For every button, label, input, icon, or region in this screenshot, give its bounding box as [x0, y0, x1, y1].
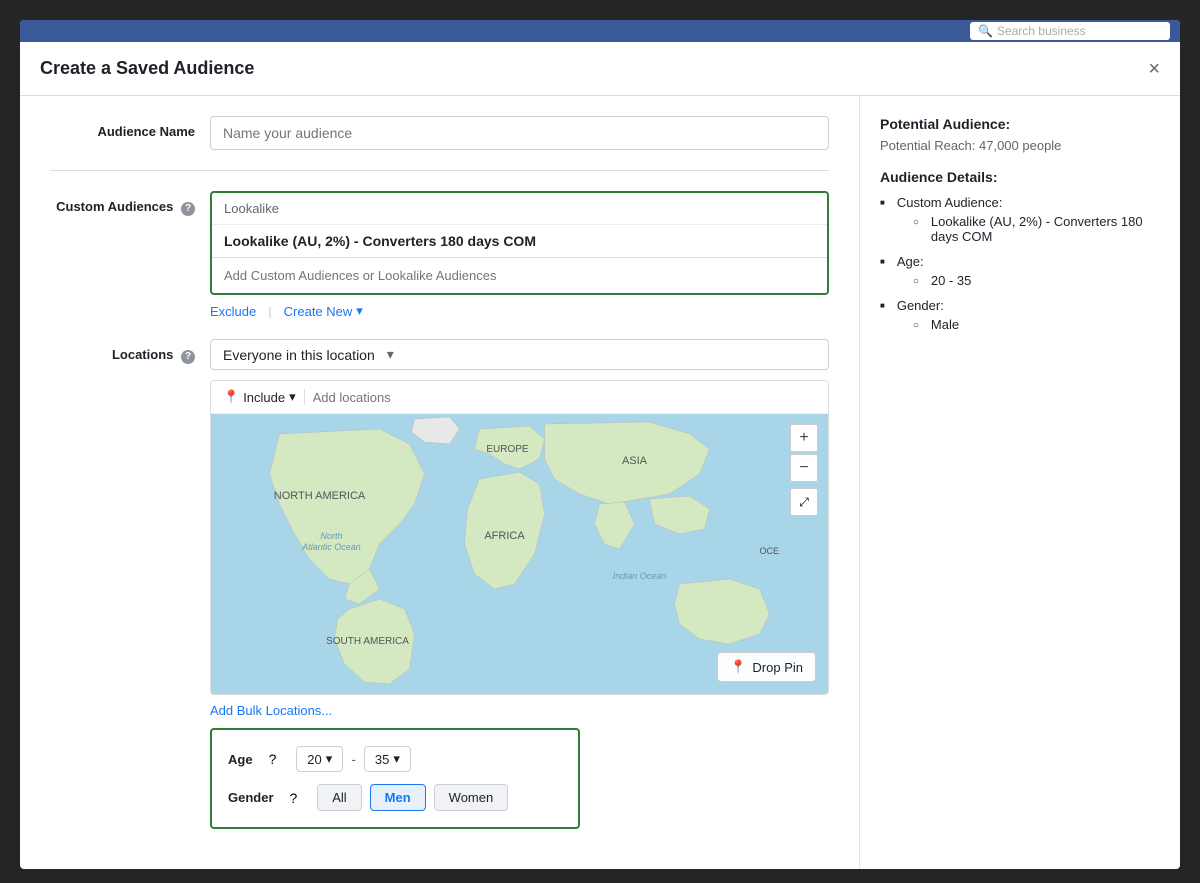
age-detail-value: 20 - 35	[931, 273, 971, 288]
zoom-in-button[interactable]: +	[790, 424, 818, 452]
custom-audience-sub-list: Lookalike (AU, 2%) - Converters 180 days…	[897, 214, 1160, 244]
lookalike-selected: Lookalike (AU, 2%) - Converters 180 days…	[212, 225, 827, 258]
audience-add-input[interactable]	[212, 258, 827, 293]
gender-help-icon: ?	[290, 790, 298, 806]
gender-detail-label: Gender:	[897, 298, 944, 313]
close-button[interactable]: ×	[1148, 59, 1160, 79]
age-max-value: 35	[375, 752, 389, 767]
map-toolbar: 📍 Include ▾	[211, 381, 828, 414]
age-max-chevron-icon: ▾	[393, 751, 400, 767]
gender-label: Gender	[228, 790, 274, 805]
detail-custom-audience: Custom Audience: Lookalike (AU, 2%) - Co…	[880, 195, 1160, 248]
include-button[interactable]: 📍 Include ▾	[223, 389, 296, 405]
form-section: Audience Name Custom Audiences ? Lookali…	[20, 96, 860, 869]
audience-name-row: Audience Name	[50, 116, 829, 150]
svg-text:AFRICA: AFRICA	[484, 530, 525, 542]
age-min-chevron-icon: ▾	[326, 751, 333, 767]
age-min-select[interactable]: 20 ▾	[296, 746, 343, 772]
audience-name-control	[210, 116, 829, 150]
age-detail-label: Age:	[897, 254, 924, 269]
svg-text:ASIA: ASIA	[622, 455, 648, 467]
svg-text:SOUTH AMERICA: SOUTH AMERICA	[326, 636, 409, 647]
map-toolbar-separator	[304, 389, 305, 405]
location-type-dropdown[interactable]: Everyone in this location ▾	[210, 339, 829, 370]
locations-help-icon: ?	[181, 350, 195, 364]
location-dropdown-chevron-icon: ▾	[387, 346, 394, 363]
form-divider	[50, 170, 829, 171]
audience-name-input[interactable]	[210, 116, 829, 150]
audience-actions: Exclude | Create New ▾	[210, 303, 829, 319]
search-placeholder: Search business	[997, 24, 1086, 38]
svg-text:OCE: OCE	[760, 546, 780, 556]
modal-header: Create a Saved Audience ×	[20, 42, 1180, 96]
age-label: Age	[228, 752, 253, 767]
gender-sub-list: Male	[897, 317, 959, 332]
top-bar: 🔍 Search business	[20, 20, 1180, 42]
include-chevron-icon: ▾	[289, 389, 296, 405]
potential-audience-title: Potential Audience:	[880, 116, 1160, 132]
audience-details-title: Audience Details:	[880, 169, 1160, 185]
modal-title: Create a Saved Audience	[40, 58, 254, 79]
create-new-chevron-icon: ▾	[356, 303, 363, 319]
gender-row: Gender ? All Men Women	[228, 784, 562, 811]
expand-map-button[interactable]: ⤢	[790, 488, 818, 516]
svg-text:North: North	[320, 531, 342, 541]
add-locations-input[interactable]	[313, 390, 816, 405]
drop-pin-icon: 📍	[730, 659, 746, 675]
include-label: Include	[243, 390, 285, 405]
locations-row: Locations ? Everyone in this location ▾	[50, 339, 829, 829]
map-container: 📍 Include ▾	[210, 380, 829, 695]
add-bulk-locations-link[interactable]: Add Bulk Locations...	[210, 703, 829, 718]
create-new-label: Create New	[284, 304, 353, 319]
gender-men-button[interactable]: Men	[370, 784, 426, 811]
age-min-value: 20	[307, 752, 321, 767]
locations-control: Everyone in this location ▾ 📍 Include ▾	[210, 339, 829, 829]
svg-text:Atlantic Ocean: Atlantic Ocean	[301, 542, 361, 552]
search-icon: 🔍	[978, 24, 993, 38]
action-separator: |	[268, 304, 271, 319]
age-help-icon: ?	[269, 751, 277, 767]
pin-icon: 📍	[223, 389, 239, 405]
age-gender-box: Age ? 20 ▾ - 35 ▾	[210, 728, 580, 829]
detail-age: Age: 20 - 35	[880, 254, 1160, 292]
age-row: Age ? 20 ▾ - 35 ▾	[228, 746, 562, 772]
custom-audience-sub-value: Lookalike (AU, 2%) - Converters 180 days…	[931, 214, 1160, 244]
age-sub-item: 20 - 35	[913, 273, 972, 288]
create-new-link[interactable]: Create New ▾	[284, 303, 363, 319]
modal-body: Audience Name Custom Audiences ? Lookali…	[20, 96, 1180, 869]
zoom-out-button[interactable]: −	[790, 454, 818, 482]
sidebar-section: Potential Audience: Potential Reach: 47,…	[860, 96, 1180, 869]
gender-all-button[interactable]: All	[317, 784, 361, 811]
custom-audience-detail-label: Custom Audience:	[897, 195, 1003, 210]
custom-audience-sub-item: Lookalike (AU, 2%) - Converters 180 days…	[913, 214, 1160, 244]
create-audience-modal: 🔍 Search business Create a Saved Audienc…	[20, 20, 1180, 869]
drop-pin-label: Drop Pin	[752, 660, 803, 675]
map-area: NORTH AMERICA SOUTH AMERICA EUROPE AFRIC…	[211, 414, 828, 694]
custom-audiences-help-icon: ?	[181, 202, 195, 216]
exclude-link[interactable]: Exclude	[210, 304, 256, 319]
potential-reach-text: Potential Reach: 47,000 people	[880, 138, 1160, 153]
audience-details-list: Custom Audience: Lookalike (AU, 2%) - Co…	[880, 195, 1160, 336]
gender-women-button[interactable]: Women	[434, 784, 509, 811]
svg-text:Indian Ocean: Indian Ocean	[613, 571, 667, 581]
svg-text:EUROPE: EUROPE	[486, 444, 529, 455]
custom-audiences-control: Lookalike Lookalike (AU, 2%) - Converter…	[210, 191, 829, 319]
custom-audiences-label: Custom Audiences ?	[50, 191, 210, 216]
audience-name-label: Audience Name	[50, 116, 210, 139]
svg-text:NORTH AMERICA: NORTH AMERICA	[274, 490, 366, 502]
custom-audience-box: Lookalike Lookalike (AU, 2%) - Converter…	[210, 191, 829, 295]
location-type-label: Everyone in this location	[223, 347, 375, 363]
detail-gender: Gender: Male	[880, 298, 1160, 336]
search-bar[interactable]: 🔍 Search business	[970, 22, 1170, 40]
gender-sub-item: Male	[913, 317, 959, 332]
locations-label: Locations ?	[50, 339, 210, 364]
lookalike-tag: Lookalike	[212, 193, 827, 225]
custom-audiences-row: Custom Audiences ? Lookalike Lookalike (…	[50, 191, 829, 319]
age-dash: -	[351, 751, 356, 767]
age-sub-list: 20 - 35	[897, 273, 972, 288]
drop-pin-button[interactable]: 📍 Drop Pin	[717, 652, 816, 682]
map-controls: + − ⤢	[790, 424, 818, 516]
age-max-select[interactable]: 35 ▾	[364, 746, 411, 772]
gender-detail-value: Male	[931, 317, 959, 332]
